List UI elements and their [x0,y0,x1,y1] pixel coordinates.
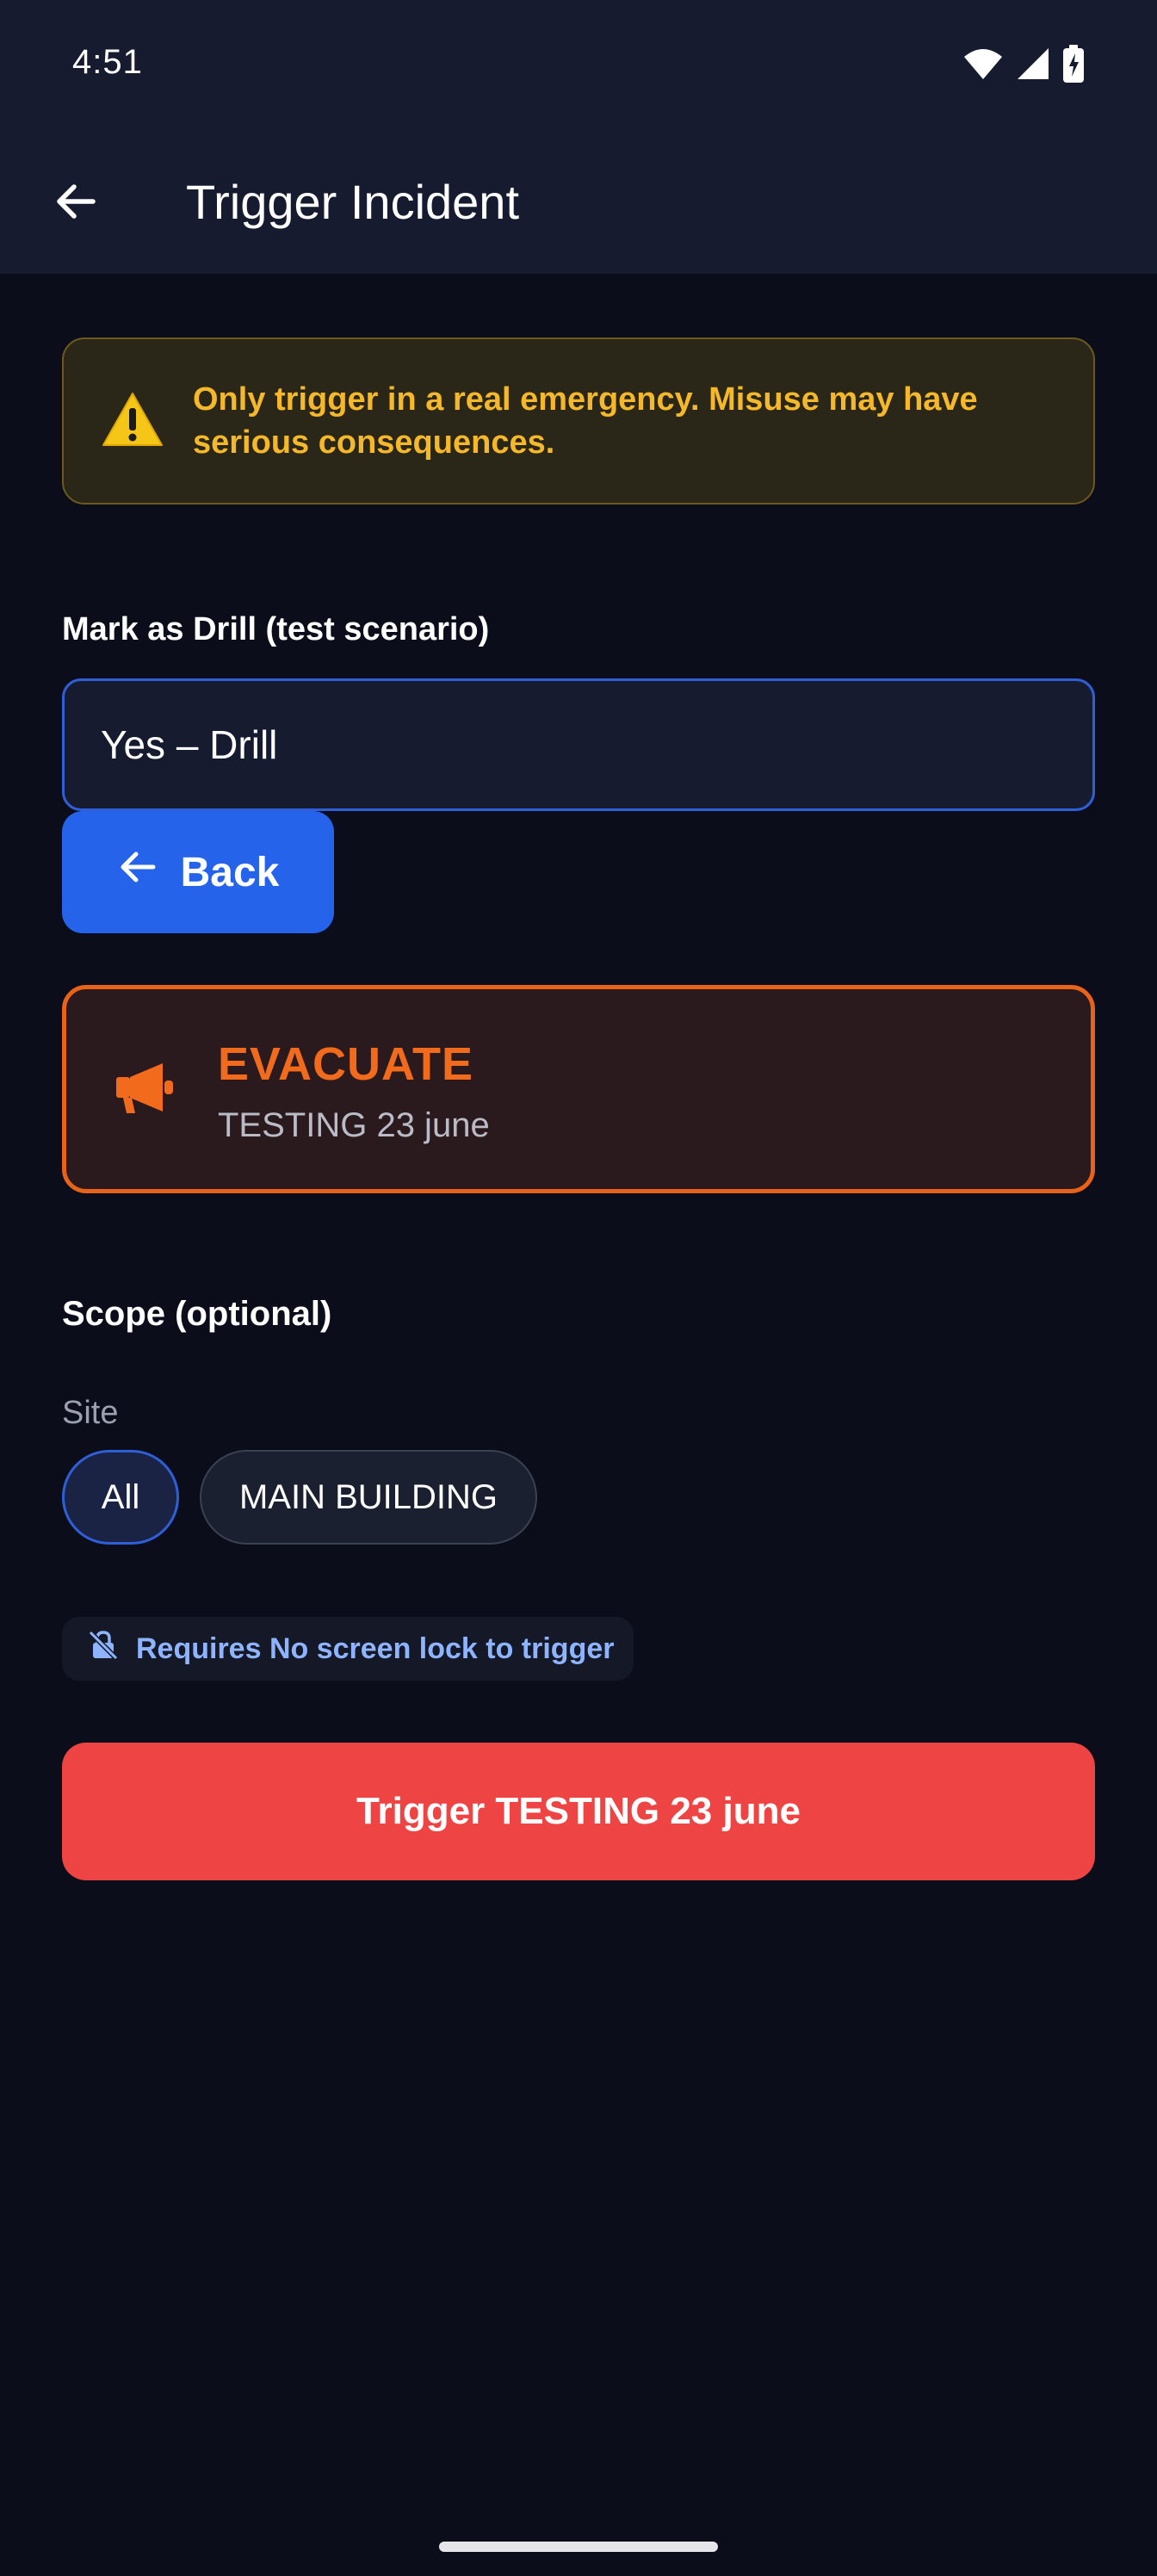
arrow-left-icon [117,846,158,898]
status-time: 4:51 [72,43,143,81]
wifi-icon [962,46,1004,81]
screen: 4:51 Trigger Incident Only trigger in a … [0,0,1157,2576]
megaphone-icon [114,1060,176,1121]
page-title: Trigger Incident [186,175,519,229]
incident-card: EVACUATE TESTING 23 june [62,985,1095,1193]
lock-off-icon [88,1630,119,1669]
requirement-text: Requires No screen lock to trigger [136,1632,615,1665]
warning-banner: Only trigger in a real emergency. Misuse… [62,337,1095,505]
warning-icon [102,391,167,452]
incident-subtitle: TESTING 23 june [218,1106,490,1144]
signal-icon [1016,46,1050,81]
incident-title: EVACUATE [218,1038,474,1090]
status-bar: 4:51 [0,0,1157,129]
trigger-button-label: Trigger TESTING 23 june [356,1790,801,1832]
app-bar: Trigger Incident [0,129,1157,274]
site-chip-label: All [101,1477,140,1516]
battery-charging-icon [1062,45,1085,83]
back-button[interactable]: Back [62,811,334,933]
site-chip-all[interactable]: All [62,1450,179,1545]
site-chip-label: MAIN BUILDING [238,1477,498,1516]
status-icons [962,43,1085,84]
drill-select[interactable]: Yes – Drill [62,678,1095,811]
top-bar-background: 4:51 Trigger Incident [0,0,1157,274]
gesture-handle[interactable] [439,2542,718,2552]
back-button-label: Back [180,849,280,895]
drill-label: Mark as Drill (test scenario) [62,611,490,647]
drill-select-value: Yes – Drill [101,722,278,767]
scope-title: Scope (optional) [62,1295,332,1333]
requirement-pill: Requires No screen lock to trigger [62,1617,634,1681]
warning-text: Only trigger in a real emergency. Misuse… [193,381,978,461]
site-chip-main-building[interactable]: MAIN BUILDING [200,1450,537,1545]
site-label: Site [62,1395,119,1431]
arrow-left-icon[interactable] [41,167,110,236]
trigger-button[interactable]: Trigger TESTING 23 june [62,1743,1095,1880]
